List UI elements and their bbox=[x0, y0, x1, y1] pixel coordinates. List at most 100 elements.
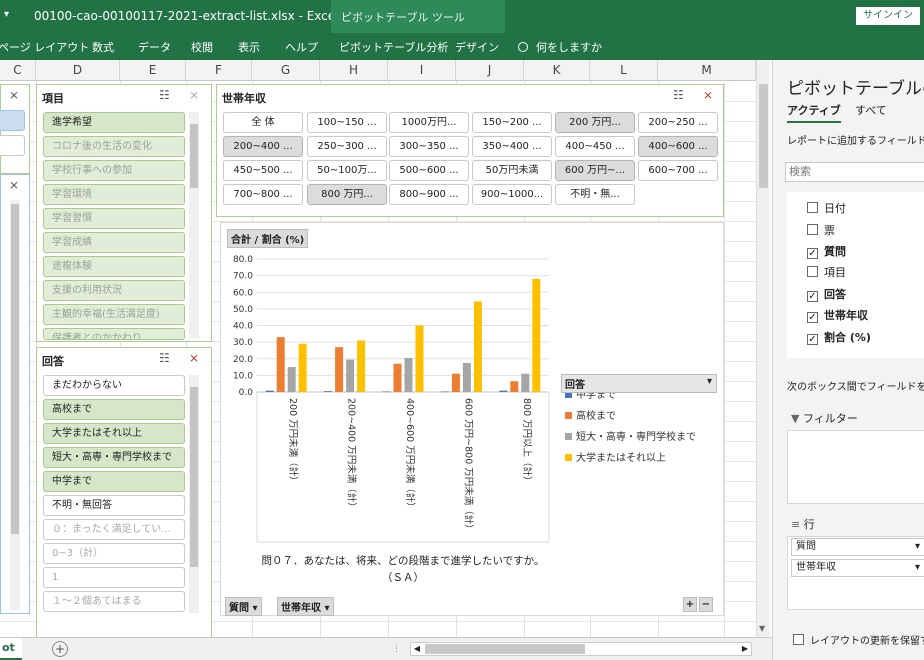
slicer-item[interactable]: 500~600 ... bbox=[389, 160, 469, 181]
slicer-item[interactable]: 600~700 ... bbox=[638, 160, 718, 181]
slicer-item[interactable]: 200~250 ... bbox=[638, 112, 718, 133]
slicer-item[interactable]: 350~400 ... bbox=[472, 136, 552, 157]
clear-filter-icon[interactable]: ⨯ bbox=[9, 88, 19, 102]
slicer-item[interactable]: 800 万円... bbox=[307, 184, 387, 205]
slicer-item[interactable]: １～２個あてはまる bbox=[43, 591, 185, 612]
slicer-item[interactable]: 中学まで bbox=[43, 471, 185, 492]
slicer-scrollbar[interactable] bbox=[189, 112, 199, 338]
tab-page-layout[interactable]: ページ レイアウト bbox=[0, 39, 89, 55]
tab-design[interactable]: デザイン bbox=[455, 39, 499, 55]
splitter-handle[interactable]: ⋮ bbox=[392, 644, 401, 654]
slicer-item[interactable]: 600 万円~... bbox=[555, 160, 635, 181]
slicer-item[interactable] bbox=[0, 110, 25, 131]
slicer-item[interactable]: 学習成績 bbox=[43, 232, 185, 253]
slicer-item[interactable]: 1 bbox=[43, 567, 185, 588]
axis-field-button[interactable]: 世帯年収 ▾ bbox=[277, 597, 334, 616]
slicer-item[interactable]: 大学またはそれ以上 bbox=[43, 423, 185, 444]
slicer-item[interactable]: 50万円未満 bbox=[472, 160, 552, 181]
slicer-item[interactable]: 不明・無... bbox=[555, 184, 635, 205]
field-item-answer[interactable]: ✓ 回答 bbox=[807, 286, 846, 302]
tab-data[interactable]: データ bbox=[138, 39, 171, 55]
row-field-income[interactable]: 世帯年収 ▾ bbox=[791, 559, 924, 577]
worksheet-grid[interactable]: C D E F G H I J K L M ⨯ ⨯ 項目 ☷ ⨯ 進学希望 コロ… bbox=[0, 60, 756, 637]
expand-field-button[interactable]: + bbox=[683, 597, 697, 612]
column-header[interactable]: G bbox=[252, 60, 320, 81]
field-item-vote[interactable]: 票 bbox=[807, 222, 835, 238]
field-item-item[interactable]: 項目 bbox=[807, 264, 846, 280]
field-checkbox[interactable]: ✓ bbox=[807, 248, 818, 259]
slicer-item[interactable]: 150~200 ... bbox=[472, 112, 552, 133]
field-checkbox[interactable] bbox=[807, 202, 818, 213]
multi-select-icon[interactable]: ☷ bbox=[159, 351, 170, 365]
tab-review[interactable]: 校閲 bbox=[191, 39, 213, 55]
slicer-item[interactable]: 保護者とのかかわり bbox=[43, 328, 185, 340]
column-header[interactable]: J bbox=[456, 60, 524, 81]
slicer-item[interactable]: 200 万円... bbox=[555, 112, 635, 133]
defer-checkbox[interactable] bbox=[793, 634, 804, 645]
clear-filter-icon[interactable]: ⨯ bbox=[189, 88, 199, 102]
slicer-item[interactable]: コロナ後の生活の変化 bbox=[43, 136, 185, 157]
field-search-input[interactable]: 検索 bbox=[785, 162, 924, 182]
slicer-item[interactable]: ０：まったく満足してい... bbox=[43, 519, 185, 540]
column-header[interactable]: F bbox=[186, 60, 252, 81]
collapse-field-button[interactable]: − bbox=[699, 597, 713, 612]
slicer-item[interactable]: まだわからない bbox=[43, 375, 185, 396]
scroll-right-icon[interactable]: ▶ bbox=[739, 643, 751, 655]
pivot-chart[interactable]: 合計 / 割合 (%) 80.0 70.0 60.0 50.0 40.0 30.0 20.0… bbox=[220, 222, 724, 616]
column-header[interactable]: M bbox=[658, 60, 756, 81]
slicer-item[interactable]: 途複体験 bbox=[43, 256, 185, 277]
tell-me-search[interactable]: 何をしますか bbox=[518, 39, 602, 55]
field-item-date[interactable]: 日付 bbox=[807, 200, 846, 216]
field-checkbox[interactable] bbox=[807, 224, 818, 235]
legend-field-button[interactable]: 回答 ▾ bbox=[561, 374, 717, 393]
clear-filter-icon[interactable]: ⨯ bbox=[703, 88, 713, 102]
slicer-item[interactable]: 全 体 bbox=[223, 112, 303, 133]
slicer-item[interactable]: 900~1000... bbox=[472, 184, 552, 205]
chevron-down-icon[interactable]: ▾ bbox=[915, 539, 920, 555]
clear-filter-icon[interactable]: ⨯ bbox=[189, 351, 199, 365]
slicer-item[interactable]: 700~800 ... bbox=[223, 184, 303, 205]
slicer-item[interactable]: 学校行事への参加 bbox=[43, 160, 185, 181]
slicer-item[interactable]: 400~450 ... bbox=[555, 136, 635, 157]
chevron-down-icon[interactable]: ▾ bbox=[915, 560, 920, 576]
column-header[interactable]: E bbox=[120, 60, 186, 81]
slicer-item[interactable]: 支援の利用状況 bbox=[43, 280, 185, 301]
column-header[interactable]: C bbox=[0, 60, 36, 81]
slicer-item[interactable]: 50~100万... bbox=[307, 160, 387, 181]
clear-filter-icon[interactable]: ⨯ bbox=[9, 178, 19, 192]
tab-view[interactable]: 表示 bbox=[238, 39, 260, 55]
field-checkbox[interactable]: ✓ bbox=[807, 291, 818, 302]
add-sheet-button[interactable]: + bbox=[52, 641, 68, 657]
column-header[interactable]: I bbox=[388, 60, 456, 81]
slicer-item[interactable]: 100~150 ... bbox=[307, 112, 387, 133]
tab-help[interactable]: ヘルプ bbox=[285, 39, 318, 55]
tab-pivot-analyze[interactable]: ピボットテーブル分析 bbox=[339, 39, 448, 55]
slicer-item[interactable]: 1000万円... bbox=[389, 112, 469, 133]
slicer-scrollbar[interactable] bbox=[10, 200, 20, 610]
tab-formulas[interactable]: 数式 bbox=[92, 39, 114, 55]
slicer-item[interactable] bbox=[0, 135, 25, 156]
slicer-item[interactable]: 学習習慣 bbox=[43, 208, 185, 229]
field-checkbox[interactable]: ✓ bbox=[807, 312, 818, 323]
field-item-question[interactable]: ✓ 質問 bbox=[807, 243, 846, 259]
horizontal-scrollbar[interactable]: ◀ ▶ bbox=[410, 642, 752, 656]
slicer-scrollbar[interactable] bbox=[189, 375, 199, 613]
axis-field-button[interactable]: 質問 ▾ bbox=[225, 597, 262, 616]
grid-vertical-scrollbar[interactable]: ▼ bbox=[756, 60, 770, 637]
slicer-item[interactable]: 400~600 ... bbox=[638, 136, 718, 157]
defer-update-option[interactable]: レイアウトの更新を保留す bbox=[793, 632, 924, 647]
multi-select-icon[interactable]: ☷ bbox=[673, 88, 684, 102]
filter-drop-area[interactable] bbox=[787, 430, 924, 504]
scroll-thumb[interactable] bbox=[425, 644, 585, 654]
column-header[interactable]: K bbox=[524, 60, 590, 81]
field-checkbox[interactable]: ✓ bbox=[807, 334, 818, 345]
column-header[interactable]: D bbox=[36, 60, 120, 81]
column-header[interactable]: L bbox=[590, 60, 658, 81]
slicer-item[interactable]: 不明・無回答 bbox=[43, 495, 185, 516]
slicer-item[interactable]: 300~350 ... bbox=[389, 136, 469, 157]
field-item-ratio[interactable]: ✓ 割合 (%) bbox=[807, 329, 871, 345]
row-field-question[interactable]: 質問 ▾ bbox=[791, 538, 924, 556]
slicer-item[interactable]: 高校まで bbox=[43, 399, 185, 420]
slicer-item[interactable]: 450~500 ... bbox=[223, 160, 303, 181]
scroll-down-icon[interactable]: ▼ bbox=[759, 624, 765, 633]
